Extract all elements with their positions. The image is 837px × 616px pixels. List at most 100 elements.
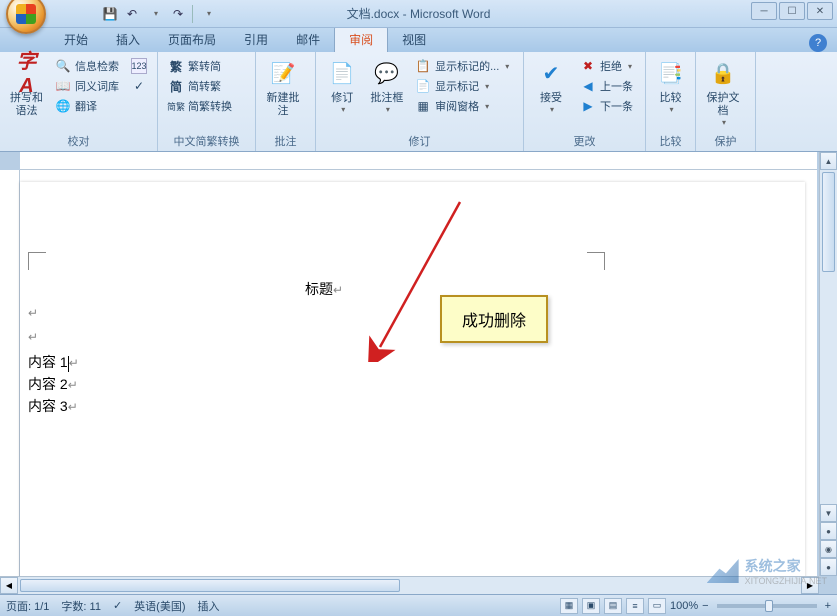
thesaurus-label: 同义词库 — [75, 78, 119, 94]
spelling-label: 拼写和语法 — [8, 92, 45, 118]
scroll-down-button[interactable]: ▼ — [820, 504, 837, 522]
maximize-button[interactable]: ☐ — [779, 2, 805, 20]
close-button[interactable]: ✕ — [807, 2, 833, 20]
watermark-url: XITONGZHIJIA.NET — [745, 576, 827, 586]
view-outline-button[interactable]: ≡ — [626, 598, 644, 614]
doc-line2[interactable]: 内容 2↵ — [28, 374, 78, 394]
quick-access-toolbar: 💾 ↶ ▾ ↷ ▾ — [102, 5, 217, 23]
undo-icon[interactable]: ↶ — [124, 6, 140, 22]
horizontal-ruler[interactable] — [20, 152, 817, 170]
scroll-up-button[interactable]: ▲ — [820, 152, 837, 170]
status-proof-icon[interactable]: ✓ — [113, 599, 122, 612]
group-chinese-label: 中文简繁转换 — [158, 133, 255, 149]
undo-dropdown-icon[interactable]: ▾ — [148, 6, 164, 22]
thesaurus-icon: 📖 — [55, 78, 71, 94]
doc-empty-para2[interactable]: ↵ — [28, 330, 38, 346]
status-words[interactable]: 字数: 11 — [61, 598, 101, 614]
hscroll-thumb[interactable] — [20, 579, 400, 592]
vertical-ruler[interactable] — [0, 170, 20, 576]
view-draft-button[interactable]: ▭ — [648, 598, 666, 614]
simp-to-trad-button[interactable]: 繁繁转简 — [164, 57, 236, 75]
document-scroll-area[interactable]: 标题↵ ↵ ↵ 内容 1↵ 内容 2↵ 内容 3↵ 成功删除 — [20, 170, 817, 576]
next-button[interactable]: ▶下一条 — [576, 97, 637, 115]
group-comments-label: 批注 — [256, 133, 315, 149]
convert-icon: 简繁 — [168, 98, 184, 114]
zoom-slider[interactable] — [717, 604, 817, 608]
watermark-text: 系统之家 — [745, 556, 827, 576]
reject-button[interactable]: ✖拒绝▾ — [576, 57, 637, 75]
scroll-left-button[interactable]: ◀ — [0, 577, 18, 594]
simp-icon: 简 — [168, 78, 184, 94]
redo-icon[interactable]: ↷ — [170, 6, 186, 22]
window-controls: ─ ☐ ✕ — [751, 2, 833, 20]
window-title: 文档.docx - Microsoft Word — [347, 5, 491, 22]
display-review-label: 显示标记的... — [435, 58, 499, 74]
wordcount-button[interactable]: 123 — [127, 57, 151, 75]
zoom-percent[interactable]: 100% — [670, 600, 698, 612]
status-insert-mode[interactable]: 插入 — [197, 598, 219, 614]
save-icon[interactable]: 💾 — [102, 6, 118, 22]
doc-line3[interactable]: 内容 3↵ — [28, 396, 78, 416]
document-page[interactable]: 标题↵ ↵ ↵ 内容 1↵ 内容 2↵ 内容 3↵ 成功删除 — [20, 182, 805, 582]
tab-mailings[interactable]: 邮件 — [282, 27, 334, 52]
trad-to-simp-button[interactable]: 简简转繁 — [164, 77, 236, 95]
tab-layout[interactable]: 页面布局 — [154, 27, 230, 52]
minimize-button[interactable]: ─ — [751, 2, 777, 20]
trad-to-simp-label: 简转繁 — [188, 78, 221, 94]
vscroll-thumb[interactable] — [822, 172, 835, 272]
tab-insert[interactable]: 插入 — [102, 27, 154, 52]
group-proofing: 字A 拼写和语法 🔍信息检索 📖同义词库 🌐翻译 123 ✓ 校对 — [0, 52, 158, 151]
next-icon: ▶ — [580, 98, 596, 114]
zoom-out-button[interactable]: − — [702, 600, 708, 612]
watermark-logo-icon — [707, 559, 739, 583]
status-page[interactable]: 页面: 1/1 — [6, 598, 49, 614]
research-button[interactable]: 🔍信息检索 — [51, 57, 123, 75]
group-changes-label: 更改 — [524, 133, 645, 149]
horizontal-scrollbar[interactable]: ◀ ▶ — [0, 576, 819, 594]
vertical-scrollbar[interactable]: ▲ ▼ ● ◉ ● — [819, 152, 837, 576]
zoom-in-button[interactable]: + — [825, 600, 831, 612]
tab-view[interactable]: 视图 — [388, 27, 440, 52]
margin-corner-tr — [587, 252, 605, 270]
track-label: 修订 — [331, 92, 353, 105]
next-label: 下一条 — [600, 98, 633, 114]
display-review-dropdown[interactable]: 📋显示标记的...▾ — [411, 57, 517, 75]
show-markup-button[interactable]: 📄显示标记▾ — [411, 77, 517, 95]
show-markup-label: 显示标记 — [435, 78, 479, 94]
title-bar: 💾 ↶ ▾ ↷ ▾ 文档.docx - Microsoft Word ─ ☐ ✕ — [0, 0, 837, 28]
help-icon[interactable]: ? — [809, 34, 827, 52]
group-changes: ✔ 接受▾ ✖拒绝▾ ◀上一条 ▶下一条 更改 — [524, 52, 646, 151]
view-web-button[interactable]: ▤ — [604, 598, 622, 614]
reviewing-pane-button[interactable]: ▦审阅窗格▾ — [411, 97, 517, 115]
previous-label: 上一条 — [600, 78, 633, 94]
protect-label: 保护文档 — [704, 92, 742, 118]
qat-customize-icon[interactable]: ▾ — [201, 6, 217, 22]
balloons-label: 批注框 — [370, 92, 403, 105]
tab-review[interactable]: 审阅 — [334, 26, 388, 52]
view-print-layout-button[interactable]: ▦ — [560, 598, 578, 614]
browse-prev-button[interactable]: ● — [820, 522, 837, 540]
new-comment-label: 新建批注 — [264, 92, 302, 118]
simp-to-trad-label: 繁转简 — [188, 58, 221, 74]
thesaurus-button[interactable]: 📖同义词库 — [51, 77, 123, 95]
previous-button[interactable]: ◀上一条 — [576, 77, 637, 95]
status-language[interactable]: 英语(美国) — [134, 598, 185, 614]
view-fullscreen-button[interactable]: ▣ — [582, 598, 600, 614]
tab-home[interactable]: 开始 — [50, 27, 102, 52]
doc-title-text[interactable]: 标题↵ — [305, 279, 343, 299]
convert-button[interactable]: 简繁简繁转换 — [164, 97, 236, 115]
translate-button[interactable]: 🌐翻译 — [51, 97, 123, 115]
group-proofing-label: 校对 — [0, 133, 157, 149]
reviewing-pane-label: 审阅窗格 — [435, 98, 479, 114]
group-comments: 📝 新建批注 批注 — [256, 52, 316, 151]
doc-line1[interactable]: 内容 1↵ — [28, 352, 79, 372]
research-label: 信息检索 — [75, 58, 119, 74]
reject-label: 拒绝 — [600, 58, 622, 74]
tab-references[interactable]: 引用 — [230, 27, 282, 52]
doc-empty-para[interactable]: ↵ — [28, 306, 38, 322]
display-icon: 📋 — [415, 58, 431, 74]
accept-label: 接受 — [540, 92, 562, 105]
group-tracking: 📄 修订▾ 💬 批注框▾ 📋显示标记的...▾ 📄显示标记▾ ▦审阅窗格▾ 修订 — [316, 52, 524, 151]
set-language-button[interactable]: ✓ — [127, 77, 151, 95]
zoom-slider-thumb[interactable] — [765, 600, 773, 612]
